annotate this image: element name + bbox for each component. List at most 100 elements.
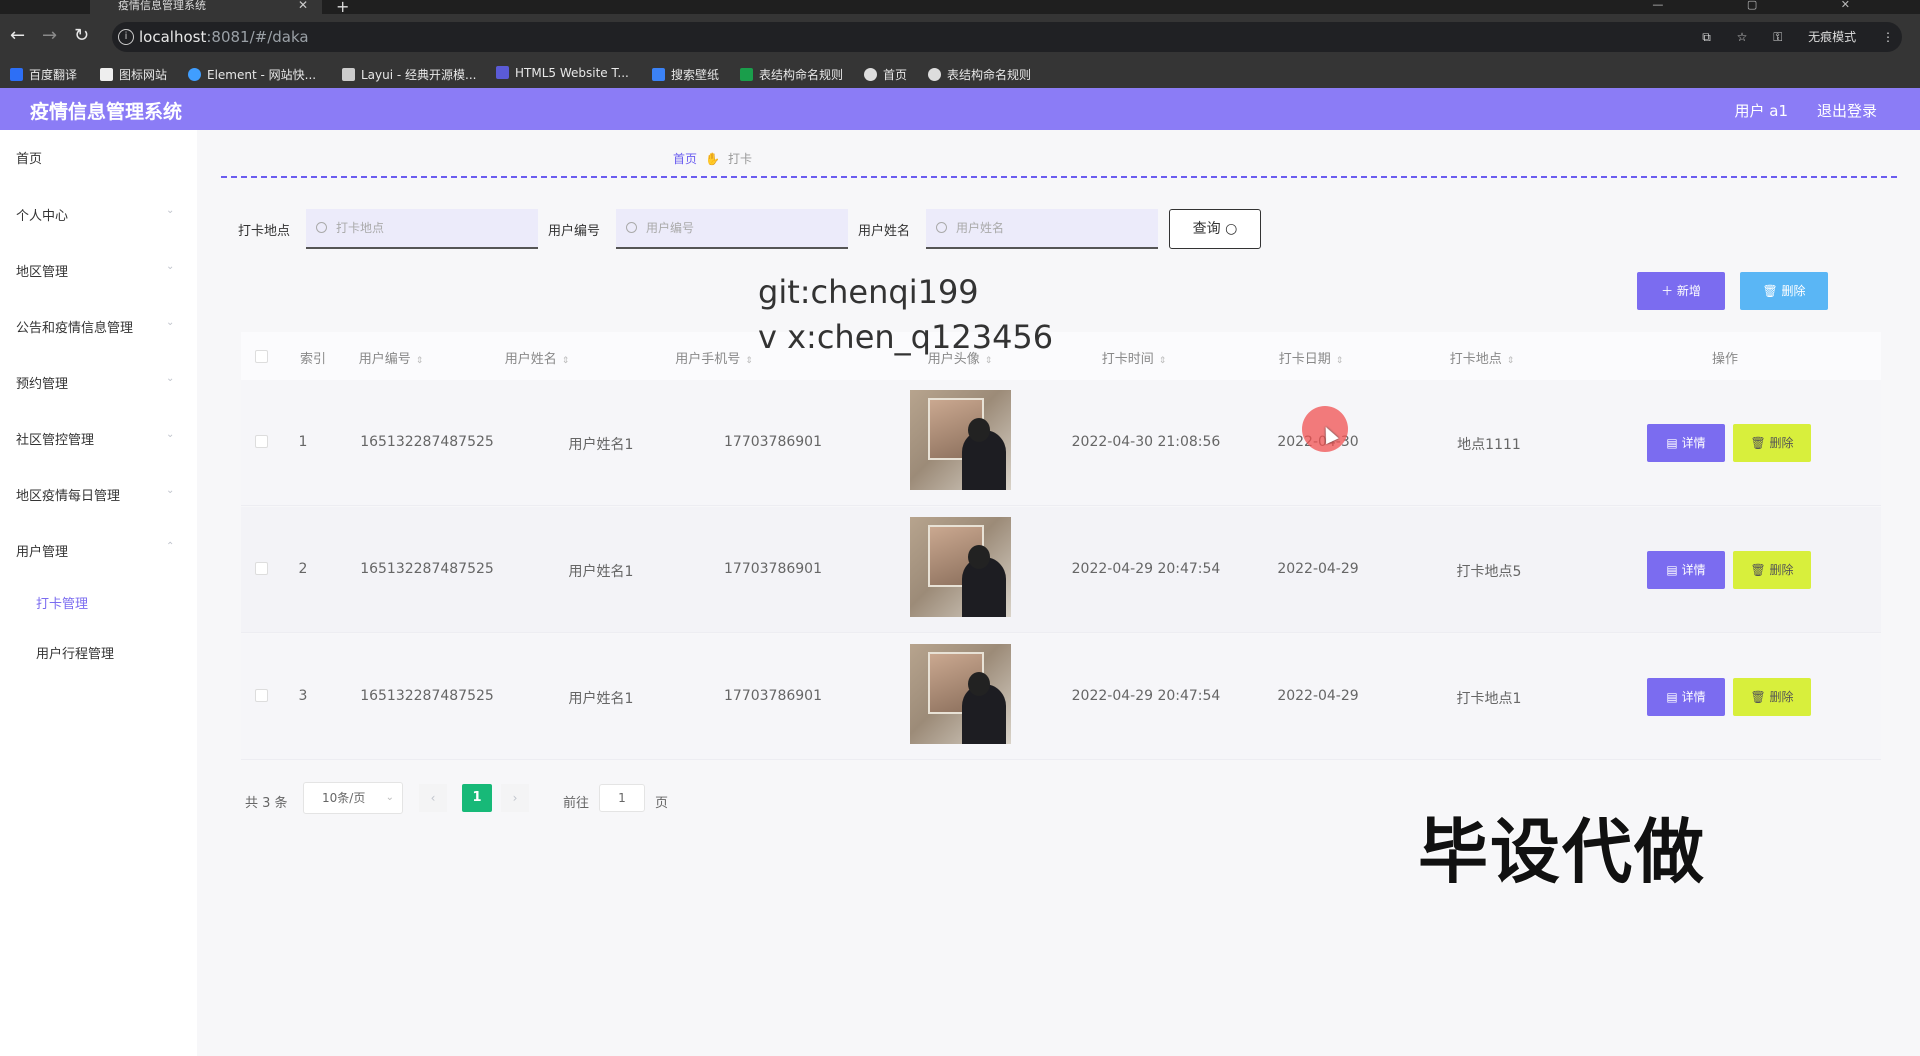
user-name-input[interactable]: 用户姓名	[926, 209, 1158, 249]
page-size-value: 10条/页	[322, 791, 366, 805]
search-icon	[316, 222, 327, 233]
breadcrumb-home[interactable]: 首页	[673, 152, 697, 166]
query-button[interactable]: 查询 ○	[1169, 209, 1261, 249]
element-icon	[188, 68, 201, 81]
sidebar-item-daily[interactable]: 地区疫情每日管理 ⌄	[16, 485, 174, 504]
bookmark-item[interactable]: 表结构命名规则	[740, 66, 843, 83]
tab-close-icon[interactable]: ✕	[298, 0, 308, 11]
divider	[221, 176, 1897, 178]
sort-icon[interactable]: ⇕	[416, 356, 424, 366]
sort-icon[interactable]: ⇕	[1336, 356, 1344, 366]
detail-button[interactable]: ▤ 详情	[1647, 551, 1725, 589]
prev-page-button[interactable]: ‹	[419, 784, 447, 812]
batch-delete-button[interactable]: 🗑 删除	[1740, 272, 1828, 310]
bookmark-item[interactable]: 表结构命名规则	[928, 66, 1031, 83]
window-controls[interactable]: — ▢ ✕	[1652, 0, 1890, 11]
more-menu-icon[interactable]: ⋮	[1882, 30, 1894, 44]
current-page[interactable]: 1	[462, 784, 492, 812]
next-page-button[interactable]: ›	[501, 784, 529, 812]
overlay-banner-text: 毕设代做	[1418, 811, 1706, 893]
user-avatar[interactable]	[910, 390, 1011, 490]
user-id-input[interactable]: 用户编号	[616, 209, 848, 249]
column-header[interactable]: 打卡地点 ⇕	[1450, 348, 1515, 367]
chevron-down-icon: ⌄	[166, 261, 175, 272]
sidebar-item-users[interactable]: 用户管理 ⌃	[16, 541, 174, 560]
sort-icon[interactable]: ⇕	[985, 356, 993, 366]
bookmark-item[interactable]: 图标网站	[100, 66, 167, 83]
current-user: 用户 a1	[1734, 102, 1788, 120]
sort-icon[interactable]: ⇕	[745, 356, 753, 366]
sidebar-item-community[interactable]: 社区管控管理 ⌄	[16, 429, 174, 448]
browser-tab[interactable]: 疫情信息管理系统 ✕	[90, 0, 322, 14]
delete-button[interactable]: 🗑 删除	[1733, 424, 1811, 462]
url-text[interactable]: localhost:8081/#/daka	[139, 28, 309, 46]
bookmark-item[interactable]: 百度翻译	[10, 66, 77, 83]
page-size-select[interactable]: 10条/页 ⌄	[303, 782, 403, 814]
forward-icon[interactable]: →	[42, 26, 57, 46]
goto-page-input[interactable]: 1	[599, 784, 645, 812]
reload-icon[interactable]: ↻	[74, 26, 89, 46]
logout-button[interactable]: 退出登录	[1817, 100, 1877, 121]
url-bar[interactable]: i localhost:8081/#/daka ⧉ ☆ ⚿ 无痕模式 ⋮	[112, 22, 1902, 52]
sidebar-item-home[interactable]: 首页	[16, 148, 42, 167]
app-header: 疫情信息管理系统 用户 a1 退出登录	[0, 88, 1920, 130]
sort-icon[interactable]: ⇕	[562, 356, 570, 366]
table-row: 1 165132287487525 用户姓名1 17703786901 2022…	[241, 380, 1881, 506]
row-checkbox[interactable]	[255, 689, 268, 702]
url-path: :8081/#/daka	[206, 28, 309, 46]
column-header[interactable]: 打卡日期 ⇕	[1279, 348, 1344, 367]
delete-button[interactable]: 🗑 删除	[1733, 551, 1811, 589]
select-all-checkbox[interactable]	[255, 350, 268, 363]
user-avatar[interactable]	[910, 644, 1011, 744]
bookmark-label: 百度翻译	[29, 68, 78, 82]
column-header[interactable]: 用户编号 ⇕	[359, 348, 424, 367]
column-header[interactable]: 用户手机号 ⇕	[675, 348, 753, 367]
row-checkbox[interactable]	[255, 562, 268, 575]
hand-icon: ✋	[705, 152, 720, 166]
bookmark-label: HTML5 Website T...	[515, 66, 629, 80]
key-icon[interactable]: ⚿	[1773, 30, 1782, 44]
cell-place: 地点1111	[1457, 437, 1521, 453]
site-info-icon[interactable]: i	[118, 29, 134, 45]
location-label: 打卡地点	[238, 224, 291, 239]
sidebar-subitem-checkin[interactable]: 打卡管理	[36, 593, 88, 612]
sheet-icon	[740, 68, 753, 81]
star-icon[interactable]: ☆	[1737, 30, 1748, 44]
sidebar-item-appointments[interactable]: 预约管理 ⌄	[16, 373, 174, 392]
cell-index: 3	[298, 688, 308, 704]
bookmark-item[interactable]: Layui - 经典开源模...	[342, 66, 476, 83]
sidebar-item-label: 预约管理	[16, 377, 69, 392]
chevron-down-icon: ⌄	[385, 792, 394, 803]
column-header[interactable]: 用户姓名 ⇕	[505, 348, 570, 367]
add-button[interactable]: ＋ 新增	[1637, 272, 1725, 310]
location-input[interactable]: 打卡地点	[306, 209, 538, 249]
breadcrumb: 首页 ✋ 打卡	[673, 150, 752, 167]
search-icon	[936, 222, 947, 233]
sidebar-item-notices[interactable]: 公告和疫情信息管理 ⌄	[16, 317, 174, 336]
bookmark-item[interactable]: Element - 网站快...	[188, 66, 316, 83]
user-avatar[interactable]	[910, 517, 1011, 617]
sidebar-item-region[interactable]: 地区管理 ⌄	[16, 261, 174, 280]
back-icon[interactable]: ←	[10, 26, 25, 46]
incognito-label[interactable]: 无痕模式	[1808, 30, 1856, 44]
sort-icon[interactable]: ⇕	[1159, 356, 1167, 366]
delete-button[interactable]: 🗑 删除	[1733, 678, 1811, 716]
detail-button[interactable]: ▤ 详情	[1647, 424, 1725, 462]
bookmark-item[interactable]: HTML5 Website T...	[496, 66, 629, 80]
column-header[interactable]: 打卡时间 ⇕	[1102, 348, 1167, 367]
bookmark-item[interactable]: 搜索壁纸	[652, 66, 719, 83]
row-checkbox[interactable]	[255, 435, 268, 448]
sidebar: 首页 个人中心 ⌄ 地区管理 ⌄ 公告和疫情信息管理 ⌄ 预约管理 ⌄ 社区管控管理 ⌄ …	[0, 130, 197, 1056]
column-header[interactable]: 索引	[300, 348, 326, 367]
sidebar-item-profile[interactable]: 个人中心 ⌄	[16, 205, 174, 224]
sidebar-subitem-itinerary[interactable]: 用户行程管理	[36, 643, 114, 662]
cell-index: 2	[298, 561, 308, 577]
translate-icon[interactable]: ⧉	[1702, 30, 1711, 44]
detail-button[interactable]: ▤ 详情	[1647, 678, 1725, 716]
cell-phone: 17703786901	[724, 434, 822, 450]
sidebar-item-label: 社区管控管理	[16, 433, 95, 448]
bookmark-item[interactable]: 首页	[864, 66, 907, 83]
sort-icon[interactable]: ⇕	[1507, 356, 1515, 366]
cell-user-id: 165132287487525	[360, 688, 494, 704]
goto-label: 前往	[563, 796, 590, 811]
